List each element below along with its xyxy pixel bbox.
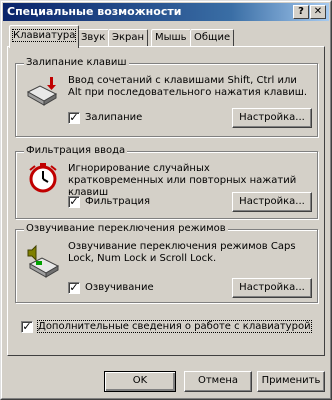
group-label: Залипание клавиш: [24, 57, 129, 68]
apply-button[interactable]: Применить: [257, 371, 325, 392]
checkbox-label: Фильтрация: [85, 196, 151, 207]
group-label: Озвучивание переключения режимов: [24, 223, 228, 234]
group-sticky-keys: Залипание клавиш Ввод сочетаний с клавиш…: [15, 57, 318, 137]
filter-keys-checkbox[interactable]: ✓: [68, 196, 80, 208]
checkbox-label: Озвучивание: [85, 282, 154, 293]
group-label: Фильтрация ввода: [24, 145, 128, 156]
toggle-keys-checkbox[interactable]: ✓: [68, 282, 80, 294]
tab-sound[interactable]: Звук: [77, 29, 110, 47]
toggle-settings-button[interactable]: Настройка...: [232, 278, 312, 298]
tab-label: Звук: [81, 32, 106, 43]
stopwatch-icon: [29, 163, 57, 193]
sticky-keys-icon: [26, 77, 58, 106]
extra-keyboard-help-label: Дополнительные сведения о работе с клави…: [37, 320, 312, 333]
group-description: Озвучивание переключения режимов Caps Lo…: [68, 241, 296, 264]
group-filter-keys: Фильтрация ввода Игнорирование случайных…: [15, 145, 318, 219]
checkbox-label: Залипание: [85, 112, 143, 123]
tab-mouse[interactable]: Мышь: [151, 29, 191, 47]
group-description: Ввод сочетаний с клавишами Shift, Ctrl и…: [68, 75, 308, 98]
tab-keyboard[interactable]: Клавиатура: [9, 25, 80, 48]
extra-keyboard-help-checkbox[interactable]: ✓: [21, 321, 33, 333]
sticky-settings-button[interactable]: Настройка...: [232, 108, 312, 128]
title-bar: Специальные возможности ? ✕: [3, 3, 329, 21]
window-title: Специальные возможности: [7, 5, 182, 18]
help-button[interactable]: ?: [293, 5, 309, 19]
tab-label: Мышь: [155, 32, 187, 43]
tab-general[interactable]: Общие: [190, 29, 235, 47]
accessibility-dialog: Специальные возможности ? ✕ Клавиатура З…: [0, 0, 332, 400]
tab-label: Клавиатура: [11, 29, 77, 42]
tab-label: Общие: [194, 32, 231, 43]
group-toggle-keys: Озвучивание переключения режимов Озвучив…: [15, 223, 318, 303]
ok-button[interactable]: OK: [104, 371, 176, 392]
toggle-keys-icon: [27, 244, 60, 278]
filter-settings-button[interactable]: Настройка...: [232, 192, 312, 212]
tab-display[interactable]: Экран: [108, 29, 149, 47]
close-button[interactable]: ✕: [310, 5, 326, 19]
cancel-button[interactable]: Отмена: [184, 371, 252, 392]
sticky-keys-checkbox[interactable]: ✓: [68, 112, 80, 124]
tab-label: Экран: [112, 32, 145, 43]
